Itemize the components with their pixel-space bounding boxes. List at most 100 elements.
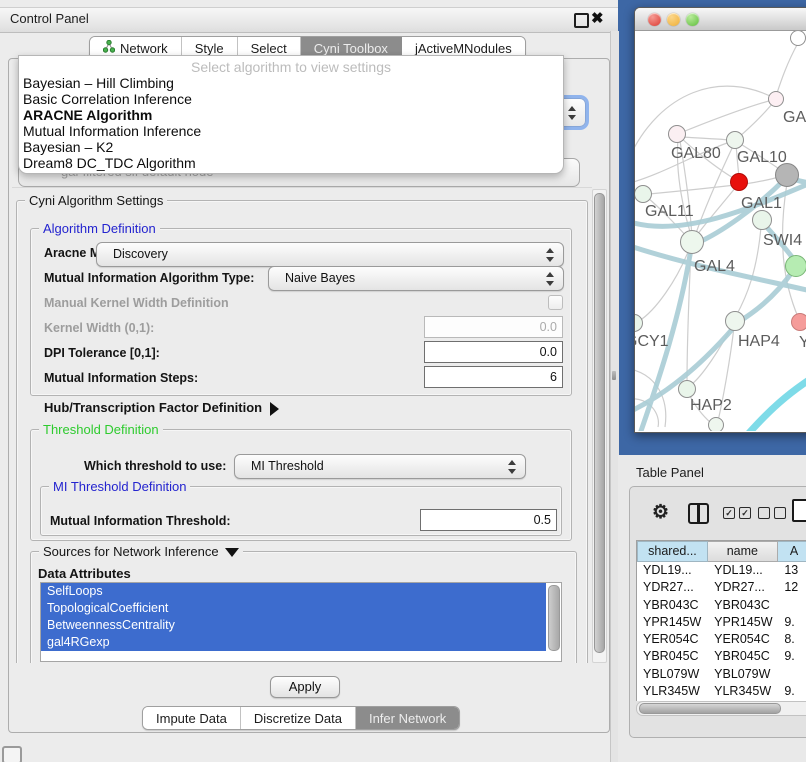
table-cell[interactable]: 9. xyxy=(778,683,806,700)
table-cell[interactable]: YDL19... xyxy=(708,562,778,579)
network-node[interactable] xyxy=(790,31,806,46)
table-cell[interactable]: YBL079W xyxy=(637,666,708,683)
algorithm-option[interactable]: Dream8 DC_TDC Algorithm xyxy=(19,155,563,171)
network-node-gal4[interactable] xyxy=(680,230,704,254)
network-window-titlebar[interactable] xyxy=(635,8,806,31)
table-cell[interactable]: 13 xyxy=(778,562,806,579)
network-canvas[interactable]: GALGAL80GAL10GAL1GAL11SWI4GAL4GCY1HAP4YH… xyxy=(635,31,806,431)
table-cell[interactable]: YPR145W xyxy=(637,614,708,631)
table-row[interactable]: YLR345WYLR345W9. xyxy=(637,683,806,700)
network-node-gal1[interactable] xyxy=(730,173,748,191)
network-node-hap4[interactable] xyxy=(725,311,745,331)
dpi-tolerance-input[interactable]: 0.0 xyxy=(424,341,563,363)
network-node-gal[interactable] xyxy=(768,91,784,107)
network-node-y[interactable] xyxy=(791,313,806,331)
table-cell[interactable]: YER054C xyxy=(708,631,778,648)
network-node-hap2[interactable] xyxy=(678,380,696,398)
apply-button[interactable]: Apply xyxy=(270,676,340,698)
network-node[interactable] xyxy=(785,255,806,277)
algorithm-option[interactable]: Basic Correlation Inference xyxy=(19,91,563,107)
close-traffic-icon[interactable] xyxy=(648,13,661,26)
table-row[interactable]: YDL19...YDL19...13 xyxy=(637,562,806,579)
mi-type-combo[interactable]: Naive Bayes xyxy=(268,266,564,291)
close-icon[interactable]: ✖ xyxy=(591,9,604,27)
dropdown-options: Bayesian – Hill ClimbingBasic Correlatio… xyxy=(19,75,563,171)
table-cell[interactable]: YPR145W xyxy=(708,614,778,631)
table-cell[interactable]: YDR27... xyxy=(637,579,708,596)
list-scrollbar[interactable] xyxy=(548,585,560,651)
algorithm-option[interactable]: Bayesian – Hill Climbing xyxy=(19,75,563,91)
table-row[interactable]: YPR145WYPR145W9. xyxy=(637,614,806,631)
manual-kernel-checkbox[interactable] xyxy=(548,295,563,310)
column-header-shared-name[interactable]: shared... xyxy=(637,541,708,562)
algorithm-option[interactable]: Bayesian – K2 xyxy=(19,139,563,155)
float-panel-icon[interactable] xyxy=(574,13,589,28)
table-cell[interactable]: 8. xyxy=(778,631,806,648)
mi-threshold-input[interactable]: 0.5 xyxy=(420,509,557,531)
table-row[interactable]: YER054CYER054C8. xyxy=(637,631,806,648)
attribute-list-item[interactable]: SelfLoops xyxy=(41,583,546,600)
empty-box-icon xyxy=(758,507,770,519)
network-node[interactable] xyxy=(775,163,799,187)
attribute-list-item[interactable]: TopologicalCoefficient xyxy=(41,600,546,617)
hub-definition-expander[interactable]: Hub/Transcription Factor Definition xyxy=(44,400,279,416)
table-cell[interactable]: 12 xyxy=(778,579,806,596)
network-node-gcy1[interactable] xyxy=(635,314,643,332)
table-row[interactable]: YDR27...YDR27...12 xyxy=(637,579,806,596)
scrollbar-thumb[interactable] xyxy=(639,703,781,714)
table-cell[interactable]: 9. xyxy=(778,614,806,631)
table-cell[interactable]: YBR045C xyxy=(637,648,708,665)
control-panel-titlebar xyxy=(0,7,620,33)
table-cell[interactable]: 9. xyxy=(778,648,806,665)
minimize-traffic-icon[interactable] xyxy=(667,13,680,26)
column-header-next[interactable]: A xyxy=(778,541,806,562)
attribute-list-item[interactable]: BetweennessCentrality xyxy=(41,617,546,634)
select-all-icon[interactable]: ✓ ✓ xyxy=(723,507,751,519)
gear-icon[interactable]: ⚙ xyxy=(652,501,669,524)
sources-expander[interactable]: Sources for Network Inference xyxy=(39,544,243,559)
table-row[interactable]: YBL079WYBL079W xyxy=(637,666,806,683)
column-layout-icon[interactable] xyxy=(688,503,709,524)
table-panel-title: Table Panel xyxy=(636,465,704,480)
settings-scrollbar[interactable] xyxy=(592,189,607,663)
table-cell[interactable]: YLR345W xyxy=(637,683,708,700)
table-cell[interactable]: YLR345W xyxy=(708,683,778,700)
table-cell[interactable]: YBR043C xyxy=(637,597,708,614)
table-cell[interactable]: YBR043C xyxy=(708,597,778,614)
tab-impute-data[interactable]: Impute Data xyxy=(143,707,241,729)
column-header-name[interactable]: name xyxy=(708,541,778,562)
network-node-swi4[interactable] xyxy=(752,210,772,230)
table-row[interactable]: YBR043CYBR043C xyxy=(637,597,806,614)
table-hscrollbar[interactable] xyxy=(636,701,806,716)
network-node[interactable] xyxy=(708,417,724,431)
corner-widget[interactable] xyxy=(2,746,22,762)
resize-handle-icon[interactable] xyxy=(612,371,616,380)
table-cell[interactable]: YDR27... xyxy=(708,579,778,596)
tab-discretize-data[interactable]: Discretize Data xyxy=(241,707,356,729)
new-table-icon[interactable] xyxy=(792,499,806,522)
table-row[interactable]: YBR045CYBR045C9. xyxy=(637,648,806,665)
network-node-gal80[interactable] xyxy=(668,125,686,143)
which-threshold-combo[interactable]: MI Threshold xyxy=(234,454,526,479)
tab-infer-network[interactable]: Infer Network xyxy=(356,707,459,729)
deselect-all-icon[interactable] xyxy=(758,507,786,519)
table-cell[interactable] xyxy=(778,597,806,614)
table-cell[interactable] xyxy=(778,666,806,683)
dropdown-placeholder: Select algorithm to view settings xyxy=(19,59,563,75)
aracne-mode-combo[interactable]: Discovery xyxy=(96,242,564,267)
table-cell[interactable]: YDL19... xyxy=(637,562,708,579)
zoom-traffic-icon[interactable] xyxy=(686,13,699,26)
table-cell[interactable]: YBR045C xyxy=(708,648,778,665)
network-node-gal10[interactable] xyxy=(726,131,744,149)
bottom-tabbar: Impute Data Discretize Data Infer Networ… xyxy=(142,706,460,730)
algorithm-option[interactable]: ARACNE Algorithm xyxy=(19,107,563,123)
scrollbar-thumb[interactable] xyxy=(594,193,605,653)
node-label: GAL11 xyxy=(645,203,694,221)
attribute-list-item[interactable]: gal4RGexp xyxy=(41,634,546,651)
mi-steps-input[interactable]: 6 xyxy=(424,366,563,388)
network-node-gal11[interactable] xyxy=(635,185,652,203)
table-cell[interactable]: YBL079W xyxy=(708,666,778,683)
algorithm-option[interactable]: Mutual Information Inference xyxy=(19,123,563,139)
kernel-width-input[interactable]: 0.0 xyxy=(424,316,563,338)
table-cell[interactable]: YER054C xyxy=(637,631,708,648)
